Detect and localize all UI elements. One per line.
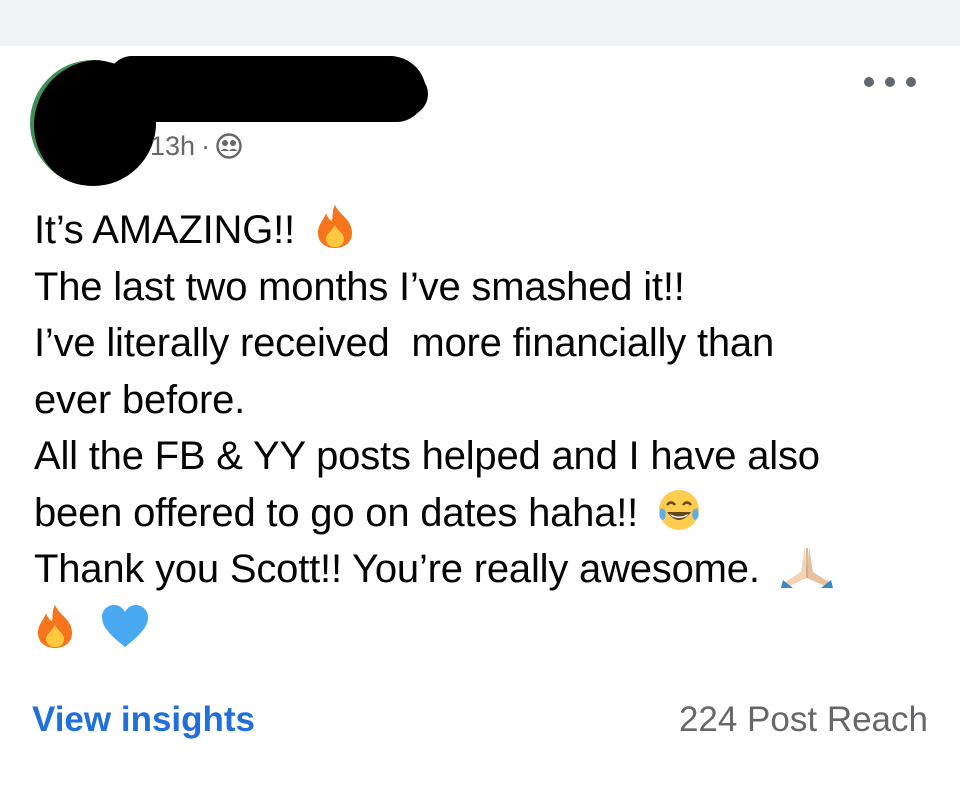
author-name-redaction-tail <box>300 72 428 116</box>
tears-of-joy-emoji-icon <box>659 489 700 530</box>
post-line-text: ever before. <box>34 377 246 422</box>
post-text: It’s AMAZING!! The last two months I’ve … <box>34 202 914 652</box>
fire-emoji-icon <box>317 205 352 248</box>
post-line: been offered to go on dates haha!! <box>34 485 914 542</box>
post-line-text: I’ve literally received more financially… <box>34 321 775 365</box>
friends-icon <box>216 133 242 159</box>
post-line-text: It’s AMAZING!! <box>34 208 295 252</box>
fire-emoji-icon <box>38 604 72 648</box>
post-line-text: been offered to go on dates haha!! <box>34 490 639 535</box>
more-options-icon-dot <box>906 77 916 87</box>
more-options-icon-dot <box>864 77 874 87</box>
more-options-icon-dot <box>885 77 895 87</box>
post-line-text: All the FB & YY posts helped and I have … <box>34 434 820 478</box>
view-insights-link[interactable]: View insights <box>32 700 255 740</box>
folded-hands-emoji-icon <box>780 546 833 588</box>
emoji-row <box>34 600 914 652</box>
post-line: ever before. <box>34 372 914 429</box>
post-line: Thank you Scott!! You’re really awesome. <box>34 541 914 598</box>
post-line: All the FB & YY posts helped and I have … <box>34 428 914 485</box>
post-meta: 13h · <box>150 128 242 164</box>
blue-heart-emoji-icon <box>102 604 148 647</box>
post-line: It’s AMAZING!! <box>34 202 914 259</box>
more-options-button[interactable] <box>864 66 916 98</box>
top-strip <box>0 0 960 46</box>
post-line: I’ve literally received more financially… <box>34 315 914 372</box>
post-line-text: Thank you Scott!! You’re really awesome. <box>34 547 760 591</box>
post-line-text: The last two months I’ve smashed it!! <box>34 264 685 309</box>
meta-separator: · <box>201 130 211 161</box>
post-timestamp[interactable]: 13h <box>150 131 195 162</box>
post-reach-count: 224 Post Reach <box>678 700 928 739</box>
post-line: The last two months I’ve smashed it!! <box>34 259 914 316</box>
